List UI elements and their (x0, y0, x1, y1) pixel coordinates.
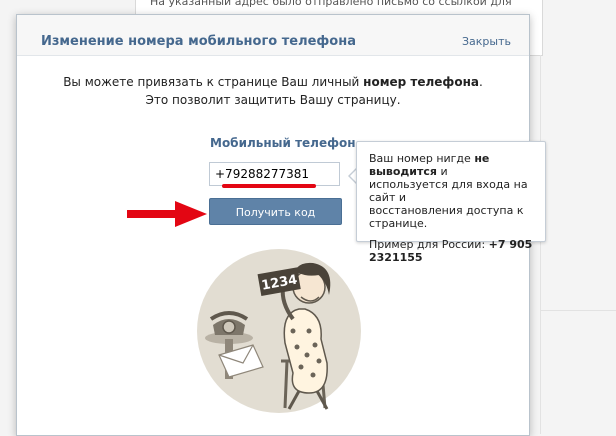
close-link[interactable]: Закрыть (462, 35, 511, 48)
intro-line-2: Это позволит защитить Вашу страницу. (145, 93, 401, 107)
annotation-underline (222, 184, 316, 188)
woman-with-phone-illustration: 1234 (197, 249, 361, 413)
background-divider (540, 55, 541, 434)
dialog-title: Изменение номера мобильного телефона (41, 34, 356, 49)
intro-line-1: Вы можете привязать к странице Ваш личны… (17, 73, 529, 91)
change-phone-dialog: Изменение номера мобильного телефона Зак… (16, 14, 546, 436)
tooltip-line-3: восстановления доступа к странице. (369, 204, 524, 230)
tooltip-text-end: и (436, 165, 448, 178)
example-label: Пример для России: (369, 238, 489, 251)
red-arrow-icon (127, 201, 207, 227)
tooltip-text: Ваш номер нигде (369, 152, 475, 165)
dialog-intro: Вы можете привязать к странице Ваш личны… (17, 73, 529, 109)
phone-hint-tooltip: Ваш номер нигде не выводится и используе… (356, 141, 546, 264)
intro-highlight: номер телефона (363, 75, 479, 89)
intro-text: Вы можете привязать к странице Ваш личны… (63, 75, 364, 89)
tooltip-line-1: Ваш номер нигде не выводится и (369, 152, 535, 178)
phone-field-label: Мобильный телефон (210, 136, 356, 150)
intro-period: . (478, 75, 483, 89)
dialog-header: Изменение номера мобильного телефона Зак… (17, 15, 529, 56)
phone-input[interactable] (209, 162, 340, 186)
background-notice-text: На указанный адрес было отправлено письм… (150, 0, 512, 8)
tooltip-example: Пример для России: +7 905 2321155 (369, 238, 535, 264)
get-code-button[interactable]: Получить код (209, 198, 342, 225)
tooltip-line-2: используется для входа на сайт и (369, 178, 528, 204)
background-divider-tick (540, 310, 616, 311)
